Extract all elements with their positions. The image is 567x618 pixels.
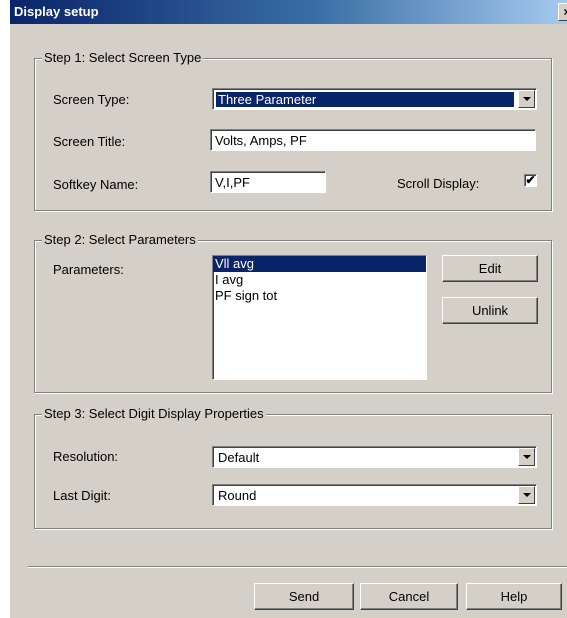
chevron-down-icon[interactable] xyxy=(518,90,535,108)
scroll-display-label: Scroll Display: xyxy=(397,176,480,191)
unlink-button[interactable]: Unlink xyxy=(442,297,538,324)
check-icon: ✔ xyxy=(525,173,536,187)
list-item[interactable]: Vll avg xyxy=(213,256,426,272)
list-item[interactable]: PF sign tot xyxy=(213,288,426,304)
chevron-down-icon[interactable] xyxy=(518,448,535,466)
step3-group: Step 3: Select Digit Display Properties xyxy=(34,406,552,529)
screen-type-label: Screen Type: xyxy=(53,92,130,107)
screen-type-select[interactable]: Three Parameter xyxy=(212,88,537,110)
edit-button[interactable]: Edit xyxy=(442,255,538,282)
window-title: Display setup xyxy=(14,4,99,19)
last-digit-label: Last Digit: xyxy=(53,488,111,503)
close-icon: × xyxy=(563,5,567,19)
cancel-button[interactable]: Cancel xyxy=(360,583,458,610)
screen-title-label: Screen Title: xyxy=(53,134,126,149)
resolution-value: Default xyxy=(218,450,260,465)
softkey-name-label: Softkey Name: xyxy=(53,177,139,192)
scroll-display-checkbox[interactable]: ✔ xyxy=(524,174,537,187)
help-button[interactable]: Help xyxy=(466,583,562,610)
send-button[interactable]: Send xyxy=(254,583,354,610)
parameters-list[interactable]: Vll avg I avg PF sign tot xyxy=(212,255,427,380)
screen-type-value: Three Parameter xyxy=(216,92,514,107)
resolution-label: Resolution: xyxy=(53,449,119,464)
title-bar[interactable]: Display setup xyxy=(10,0,567,24)
step1-legend: Step 1: Select Screen Type xyxy=(42,50,204,65)
step2-legend: Step 2: Select Parameters xyxy=(42,232,198,247)
resolution-select[interactable]: Default xyxy=(212,446,537,468)
softkey-name-field[interactable] xyxy=(210,171,326,193)
footer-divider xyxy=(28,566,567,568)
chevron-down-icon[interactable] xyxy=(518,486,535,504)
close-button[interactable]: × xyxy=(558,3,567,21)
last-digit-value: Round xyxy=(218,488,257,503)
parameters-label: Parameters: xyxy=(53,262,124,277)
last-digit-select[interactable]: Round xyxy=(212,484,537,506)
step3-legend: Step 3: Select Digit Display Properties xyxy=(42,406,266,421)
display-setup-dialog: Display setup × Step 1: Select Screen Ty… xyxy=(10,0,567,618)
list-item[interactable]: I avg xyxy=(213,272,426,288)
screen-title-field[interactable] xyxy=(210,129,536,151)
